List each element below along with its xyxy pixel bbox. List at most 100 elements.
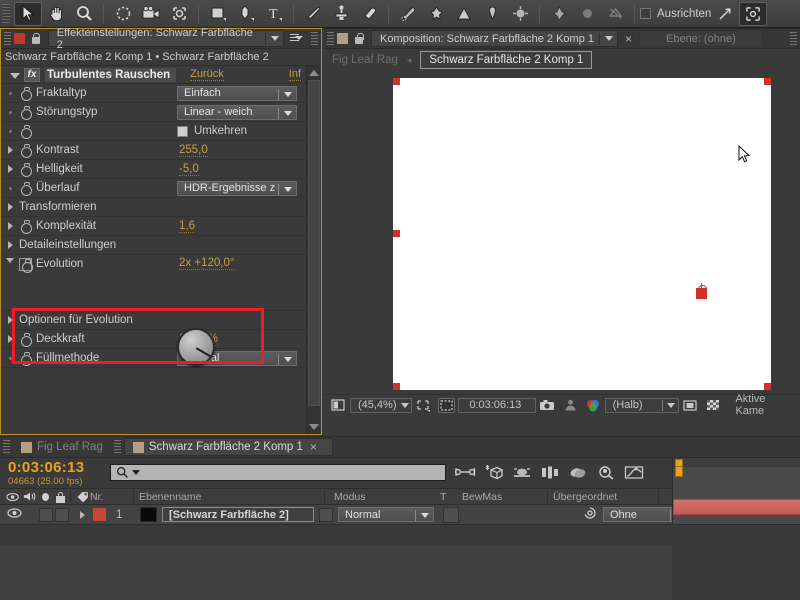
pen-tool[interactable] — [232, 2, 260, 26]
column-parent[interactable]: Übergeordnet — [553, 488, 653, 505]
draft-3d-icon[interactable] — [480, 462, 508, 482]
evolution-value[interactable]: 2x +120,0° — [179, 257, 235, 270]
layer-label-color[interactable] — [93, 508, 106, 521]
ueberlauf-dropdown[interactable]: HDR-Ergebnisse z — [177, 180, 297, 196]
timeline-layer-area-empty[interactable] — [0, 545, 672, 600]
composition-canvas-area[interactable]: (45,4%) 0:03:06:13 (Halb) Aktive Kame — [324, 71, 800, 415]
anchor-point-icon[interactable] — [696, 283, 707, 294]
panel-drag-grip-2[interactable] — [113, 440, 121, 454]
composition-canvas[interactable] — [393, 78, 771, 390]
stoerungstyp-dropdown[interactable]: Linear - weich — [177, 104, 297, 120]
property-row-stoerungstyp[interactable]: Störungstyp Linear - weich — [1, 103, 321, 122]
layer-name[interactable]: [Schwarz Farbfläche 2] — [162, 507, 314, 522]
kontrast-value[interactable]: 255,0 — [179, 144, 208, 157]
timecode-field[interactable]: 0:03:06:13 — [457, 397, 536, 413]
pin-bend-tool[interactable] — [545, 2, 573, 26]
stopwatch-icon[interactable] — [19, 181, 32, 196]
selection-handle-ml[interactable] — [393, 230, 400, 237]
pin-advanced-tool[interactable] — [573, 2, 601, 26]
current-time-group[interactable]: 0:03:06:13 04663 (25.00 fps) — [0, 459, 106, 487]
text-tool[interactable]: T — [260, 2, 288, 26]
disclosure-triangle-icon[interactable] — [7, 203, 13, 211]
hand-tool[interactable] — [42, 2, 70, 26]
parent-pickwhip-icon[interactable] — [583, 506, 597, 523]
current-time[interactable]: 0:03:06:13 — [8, 459, 106, 476]
pin-tool[interactable] — [478, 2, 506, 26]
stopwatch-icon[interactable] — [19, 219, 32, 234]
frame-blending-icon[interactable] — [536, 462, 564, 482]
stopwatch-icon[interactable] — [19, 105, 32, 120]
motion-blur-icon[interactable] — [508, 462, 536, 482]
snapshot-camera-icon[interactable] — [539, 398, 556, 413]
layer-visibility-toggle[interactable] — [0, 507, 30, 522]
scroll-down-icon[interactable] — [307, 420, 321, 434]
graph-editor-icon[interactable] — [620, 462, 648, 482]
komplexitaet-value[interactable]: 1,6 — [179, 220, 195, 233]
column-track-matte-t[interactable]: T — [440, 488, 462, 505]
row-indent[interactable] — [1, 241, 19, 249]
tab-composition[interactable]: Komposition: Schwarz Farbfläche 2 Komp 1 — [371, 30, 618, 47]
grid-guides-icon[interactable] — [739, 1, 768, 26]
active-camera-select[interactable]: Aktive Kame — [728, 393, 800, 415]
row-indent[interactable] — [1, 316, 19, 324]
stopwatch-icon[interactable] — [19, 162, 32, 177]
column-track-matte[interactable]: BewMas — [462, 488, 542, 505]
disclosure-triangle-icon[interactable] — [7, 241, 13, 249]
evolution-dial[interactable] — [177, 328, 215, 366]
row-indent[interactable] — [1, 165, 19, 173]
pin-overlap-tool[interactable] — [601, 2, 629, 26]
property-row-detaileinstellungen[interactable]: Detaileinstellungen — [1, 236, 321, 255]
zoom-tool[interactable] — [70, 2, 98, 26]
row-indent[interactable] — [1, 146, 19, 154]
region-of-interest-icon[interactable] — [437, 397, 455, 413]
channel-rgb-icon[interactable] — [585, 398, 602, 413]
panel-menu-icon[interactable] — [290, 33, 303, 44]
stopwatch-icon[interactable] — [19, 86, 32, 101]
snap-arrow-icon[interactable] — [711, 2, 739, 26]
puppet-pin-tool[interactable] — [422, 2, 450, 26]
always-preview-icon[interactable] — [330, 398, 347, 413]
eraser-tool[interactable] — [355, 2, 383, 26]
row-indent[interactable] — [1, 258, 19, 263]
toolbar-grip[interactable] — [2, 3, 10, 24]
effect-controls-scrollbar[interactable] — [306, 66, 320, 434]
stopwatch-icon[interactable] — [19, 351, 32, 366]
stopwatch-icon[interactable] — [19, 124, 32, 139]
property-row-fraktaltyp[interactable]: Fraktaltyp Einfach — [1, 84, 321, 103]
timeline-tab-active-comp[interactable]: Schwarz Farbfläche 2 Komp 1 × — [123, 438, 333, 456]
disclosure-triangle-icon[interactable] — [7, 222, 13, 230]
scroll-up-icon[interactable] — [307, 66, 321, 80]
selection-tool[interactable] — [14, 1, 42, 26]
playhead-marker-track[interactable] — [675, 466, 683, 477]
stopwatch-icon[interactable] — [19, 143, 32, 158]
property-row-umkehren[interactable]: Umkehren — [1, 122, 321, 141]
stopwatch-icon[interactable] — [19, 258, 33, 273]
column-mode[interactable]: Modus — [330, 488, 440, 505]
roto-brush-tool[interactable] — [394, 2, 422, 26]
tab-effect-controls[interactable]: Effekteinstellungen: Schwarz Farbfläche … — [47, 27, 285, 51]
close-icon[interactable]: × — [625, 33, 632, 45]
umkehren-checkbox[interactable] — [177, 125, 188, 137]
layer-audio-toggle[interactable] — [39, 507, 53, 522]
sub-tab-fig-leaf-rag[interactable]: Fig Leaf Rag — [332, 54, 398, 66]
disclosure-triangle-icon[interactable] — [7, 316, 13, 324]
selection-handle-tl[interactable] — [393, 78, 400, 85]
scrollbar-thumb[interactable] — [308, 80, 320, 406]
layer-duration-bar[interactable] — [673, 499, 800, 515]
chevron-down-icon[interactable] — [271, 36, 280, 41]
layer-expand-triangle[interactable] — [71, 510, 93, 519]
selection-handle-bl[interactable] — [393, 383, 400, 390]
about-link[interactable]: Inf — [288, 68, 301, 81]
property-row-evolution[interactable]: Evolution 2x +120,0° — [1, 255, 321, 311]
panel-grip-right[interactable] — [790, 31, 797, 46]
search-input[interactable] — [110, 464, 446, 481]
property-row-fuellmethode[interactable]: Füllmethode Normal — [1, 349, 321, 368]
property-row-komplexitaet[interactable]: Komplexität 1,6 — [1, 217, 321, 236]
shy-layers-icon[interactable] — [564, 462, 592, 482]
layer-mode-dropdown[interactable]: Normal — [338, 507, 434, 522]
panel-drag-grip[interactable] — [3, 440, 10, 454]
grid-choose-icon[interactable] — [415, 398, 432, 413]
property-row-transformieren[interactable]: Transformieren — [1, 198, 321, 217]
brush-tool[interactable] — [299, 2, 327, 26]
helligkeit-value[interactable]: -5,0 — [179, 163, 199, 176]
